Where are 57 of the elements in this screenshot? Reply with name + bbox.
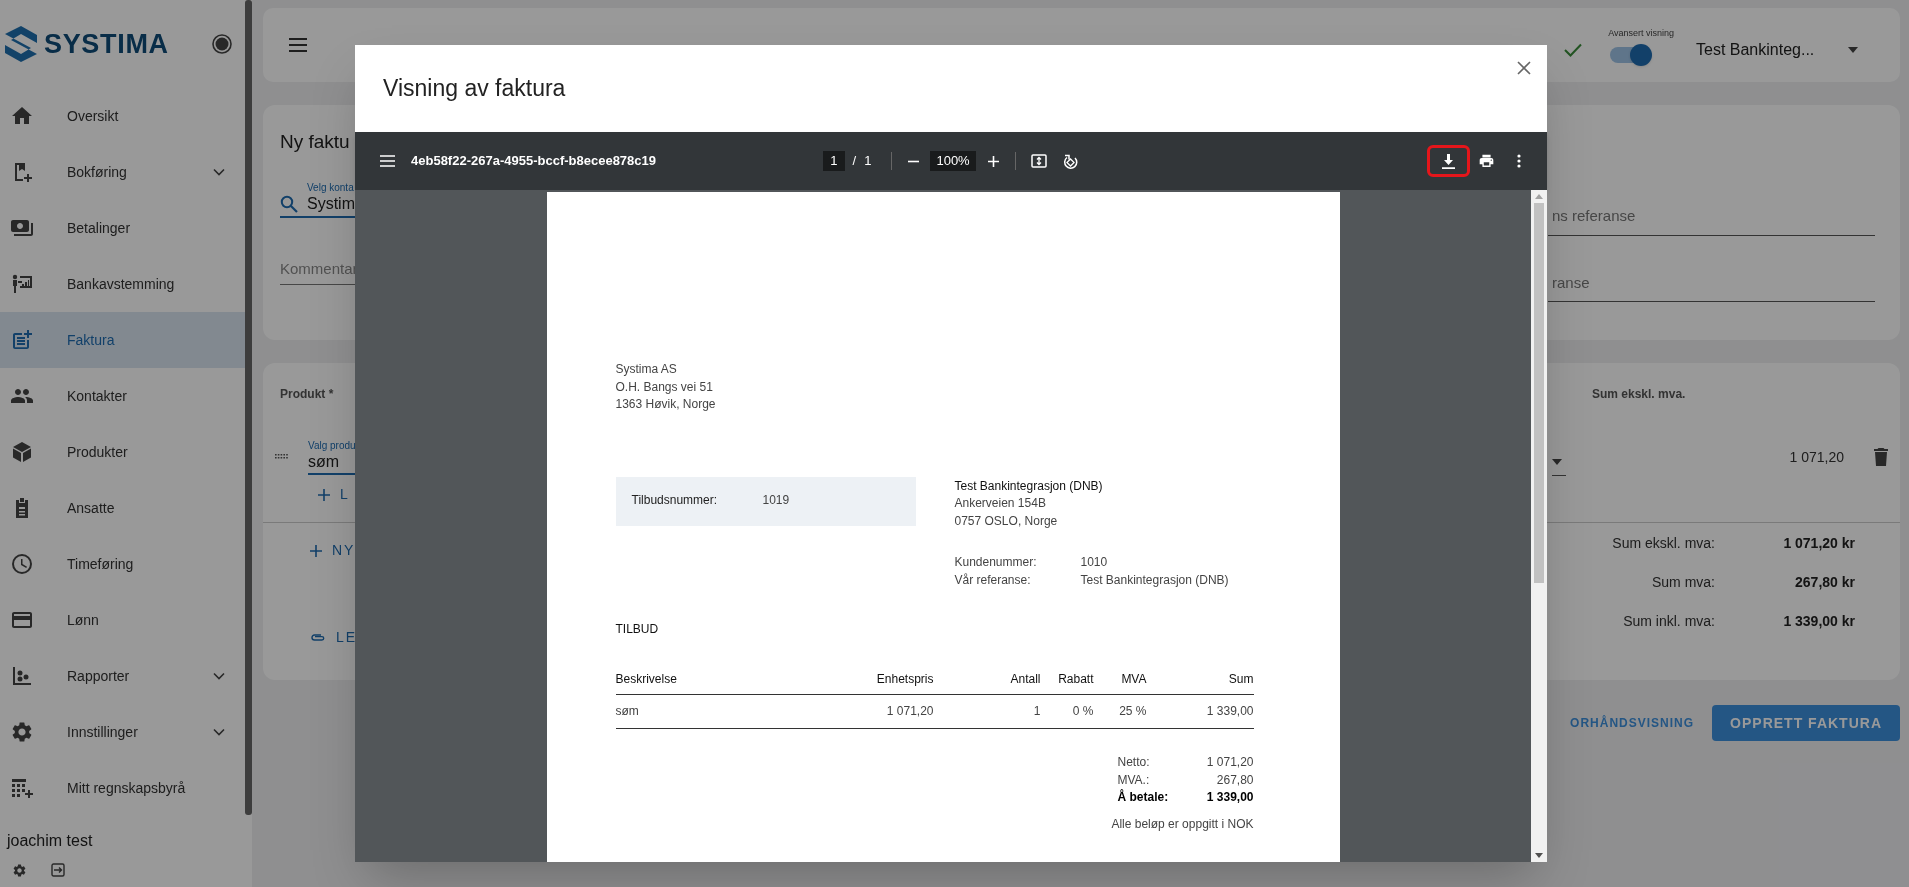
total-label: Sum mva: bbox=[1651, 573, 1715, 592]
total-label: Sum inkl. mva: bbox=[1622, 612, 1715, 631]
table-cell-text: 0 % bbox=[1071, 702, 1094, 720]
table-cell-text: 1 339,00 bbox=[1205, 702, 1254, 720]
column-header: Sum bbox=[1227, 670, 1254, 688]
page-number-field[interactable]: 1 bbox=[823, 151, 845, 171]
table-cell-text: 1 bbox=[1032, 702, 1041, 720]
total-value: 1 339,00 kr bbox=[1782, 612, 1855, 631]
column-header: MVA bbox=[1120, 670, 1147, 688]
user-name: joachim test bbox=[5, 831, 93, 851]
meta-value: Test Bankintegrasjon (DNB) bbox=[1080, 571, 1229, 589]
meta-value: 1010 bbox=[1080, 554, 1109, 571]
add-line-button[interactable]: L bbox=[318, 484, 350, 505]
text-field[interactable]: ranse bbox=[1548, 271, 1875, 302]
document-heading: TILBUD bbox=[615, 621, 660, 638]
total-value: 267,80 bbox=[1215, 771, 1254, 789]
total-label: Sum ekskl. mva: bbox=[1612, 534, 1715, 553]
quote-number-value: 1019 bbox=[762, 492, 790, 510]
toggle-label: Avansert visning bbox=[1608, 27, 1674, 41]
column-header: Produkt * bbox=[280, 386, 334, 403]
table-cell-text: 1 071,20 bbox=[885, 702, 934, 720]
recipient-line: Ankerveien 154B bbox=[954, 495, 1047, 512]
company-select[interactable]: Test Bankinteg... bbox=[1686, 38, 1858, 62]
total-value: 1 071,20 bbox=[1205, 754, 1254, 771]
zoom-field[interactable]: 100% bbox=[930, 151, 976, 171]
logo-text: SYSTIMA bbox=[44, 27, 169, 61]
line-sum: 1 071,20 bbox=[1789, 447, 1844, 467]
quote-number-label: Tilbudsnummer: bbox=[631, 492, 719, 510]
file-name: 4eb58f22-267a-4955-bccf-b8ecee878c19 bbox=[411, 152, 656, 171]
modal-title: Visning av faktura bbox=[383, 74, 566, 104]
table-cell-text: søm bbox=[615, 702, 640, 720]
total-value: 1 071,20 kr bbox=[1782, 534, 1855, 553]
column-header: Enhetspris bbox=[875, 670, 934, 688]
table-cell-text: 25 % bbox=[1118, 702, 1147, 720]
column-header: Antall bbox=[1009, 670, 1041, 688]
total-value: 1 339,00 bbox=[1205, 789, 1254, 806]
total-label: Netto: bbox=[1117, 754, 1151, 771]
recipient-name: Test Bankintegrasjon (DNB) bbox=[954, 477, 1104, 495]
recipient-line: 0757 OSLO, Norge bbox=[954, 512, 1059, 530]
column-header: Sum ekskl. mva. bbox=[1592, 386, 1687, 403]
meta-label: Vår referanse: bbox=[954, 571, 1032, 589]
sender-line: O.H. Bangs vei 51 bbox=[615, 378, 714, 396]
meta-label: Kundenummer: bbox=[954, 554, 1038, 571]
column-header: Rabatt bbox=[1057, 670, 1094, 688]
sender-line: Systima AS bbox=[615, 361, 678, 378]
page-count: 1 bbox=[864, 152, 872, 171]
total-label: Å betale: bbox=[1117, 789, 1170, 806]
page-separator: / bbox=[852, 152, 857, 171]
card-title: Ny faktu bbox=[280, 130, 351, 154]
text-field[interactable]: ns referanse bbox=[1548, 205, 1875, 236]
attach-button[interactable]: LE bbox=[310, 627, 358, 648]
new-line-button[interactable]: NY bbox=[310, 540, 358, 561]
total-label: MVA.: bbox=[1117, 771, 1151, 789]
sender-line: 1363 Høvik, Norge bbox=[615, 396, 717, 413]
currency-note: Alle beløp er oppgitt i NOK bbox=[1110, 815, 1254, 833]
column-header: Beskrivelse bbox=[615, 670, 678, 688]
total-value: 267,80 kr bbox=[1794, 573, 1855, 592]
